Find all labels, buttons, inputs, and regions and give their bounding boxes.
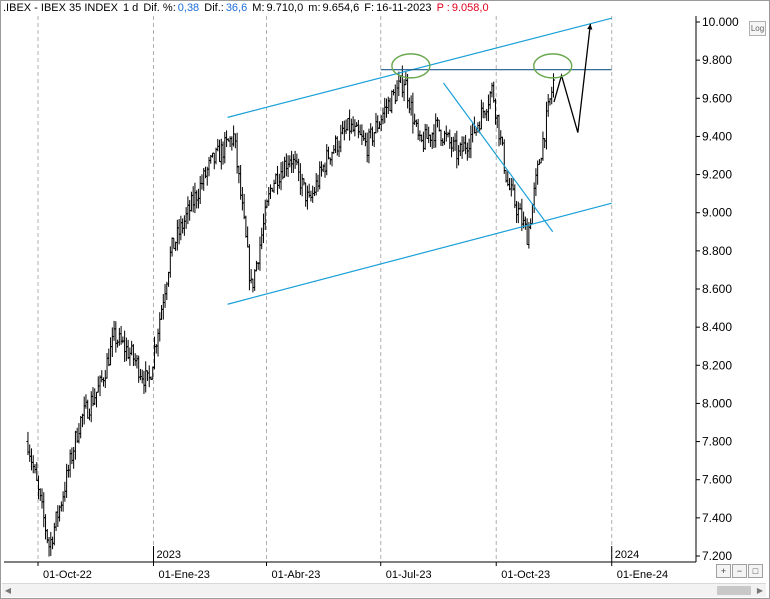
y-tick-label: 10.000 [702,15,739,29]
y-tick-label: 7.600 [702,473,732,487]
x-tick-label: 01-Ene-24 [617,569,668,581]
y-tick-label: 7.800 [702,435,732,449]
log-scale-button[interactable]: Log [749,21,766,36]
y-tick-label: 8.800 [702,244,732,258]
price-bars [26,65,556,557]
horizontal-scrollbar[interactable]: ◀ ▶ [2,583,766,597]
year-separator-label: 2023 [157,549,181,561]
x-tick-label: 01-Jul-23 [386,569,432,581]
y-tick-label: 8.400 [702,320,732,334]
chart-toolbar: + − □ [716,564,764,579]
down-trendline [443,82,554,233]
scroll-left-icon[interactable]: ◀ [2,585,14,596]
y-tick-label: 9.000 [702,206,732,220]
zoom-out-icon[interactable]: − [732,564,747,578]
y-tick-label: 9.200 [702,168,732,182]
axes: 10.000 9.800 9.600 9.400 9.200 9.000 8.800 8.60… [4,15,739,581]
x-tick-label: 01-Oct-22 [43,569,92,581]
top-circle-1 [391,53,431,79]
y-tick-label: 9.800 [702,53,732,67]
scroll-thumb[interactable] [717,586,751,595]
x-tick-label: 01-Ene-23 [159,569,210,581]
y-tick-label: 9.600 [702,91,732,105]
y-tick-label: 7.200 [702,549,732,563]
reset-zoom-icon[interactable]: □ [748,564,763,578]
scroll-right-icon[interactable]: ▶ [754,585,766,596]
x-tick-label: 01-Oct-23 [501,569,550,581]
y-tick-label: 8.600 [702,282,732,296]
x-tick-label: 01-Abr-23 [271,569,320,581]
y-tick-label: 8.200 [702,358,732,372]
upper-channel-line [227,17,612,118]
y-tick-label: 8.000 [702,396,732,410]
year-separator-label: 2024 [615,549,639,561]
top-circle-2 [533,53,573,79]
grid [37,16,613,562]
lower-channel-line [227,202,612,305]
y-tick-label: 9.400 [702,129,732,143]
price-chart[interactable]: 10.000 9.800 9.600 9.400 9.200 9.000 8.800 8.60… [0,0,770,599]
y-tick-label: 7.400 [702,511,732,525]
zoom-in-icon[interactable]: + [716,564,731,578]
projected-path [553,23,592,133]
